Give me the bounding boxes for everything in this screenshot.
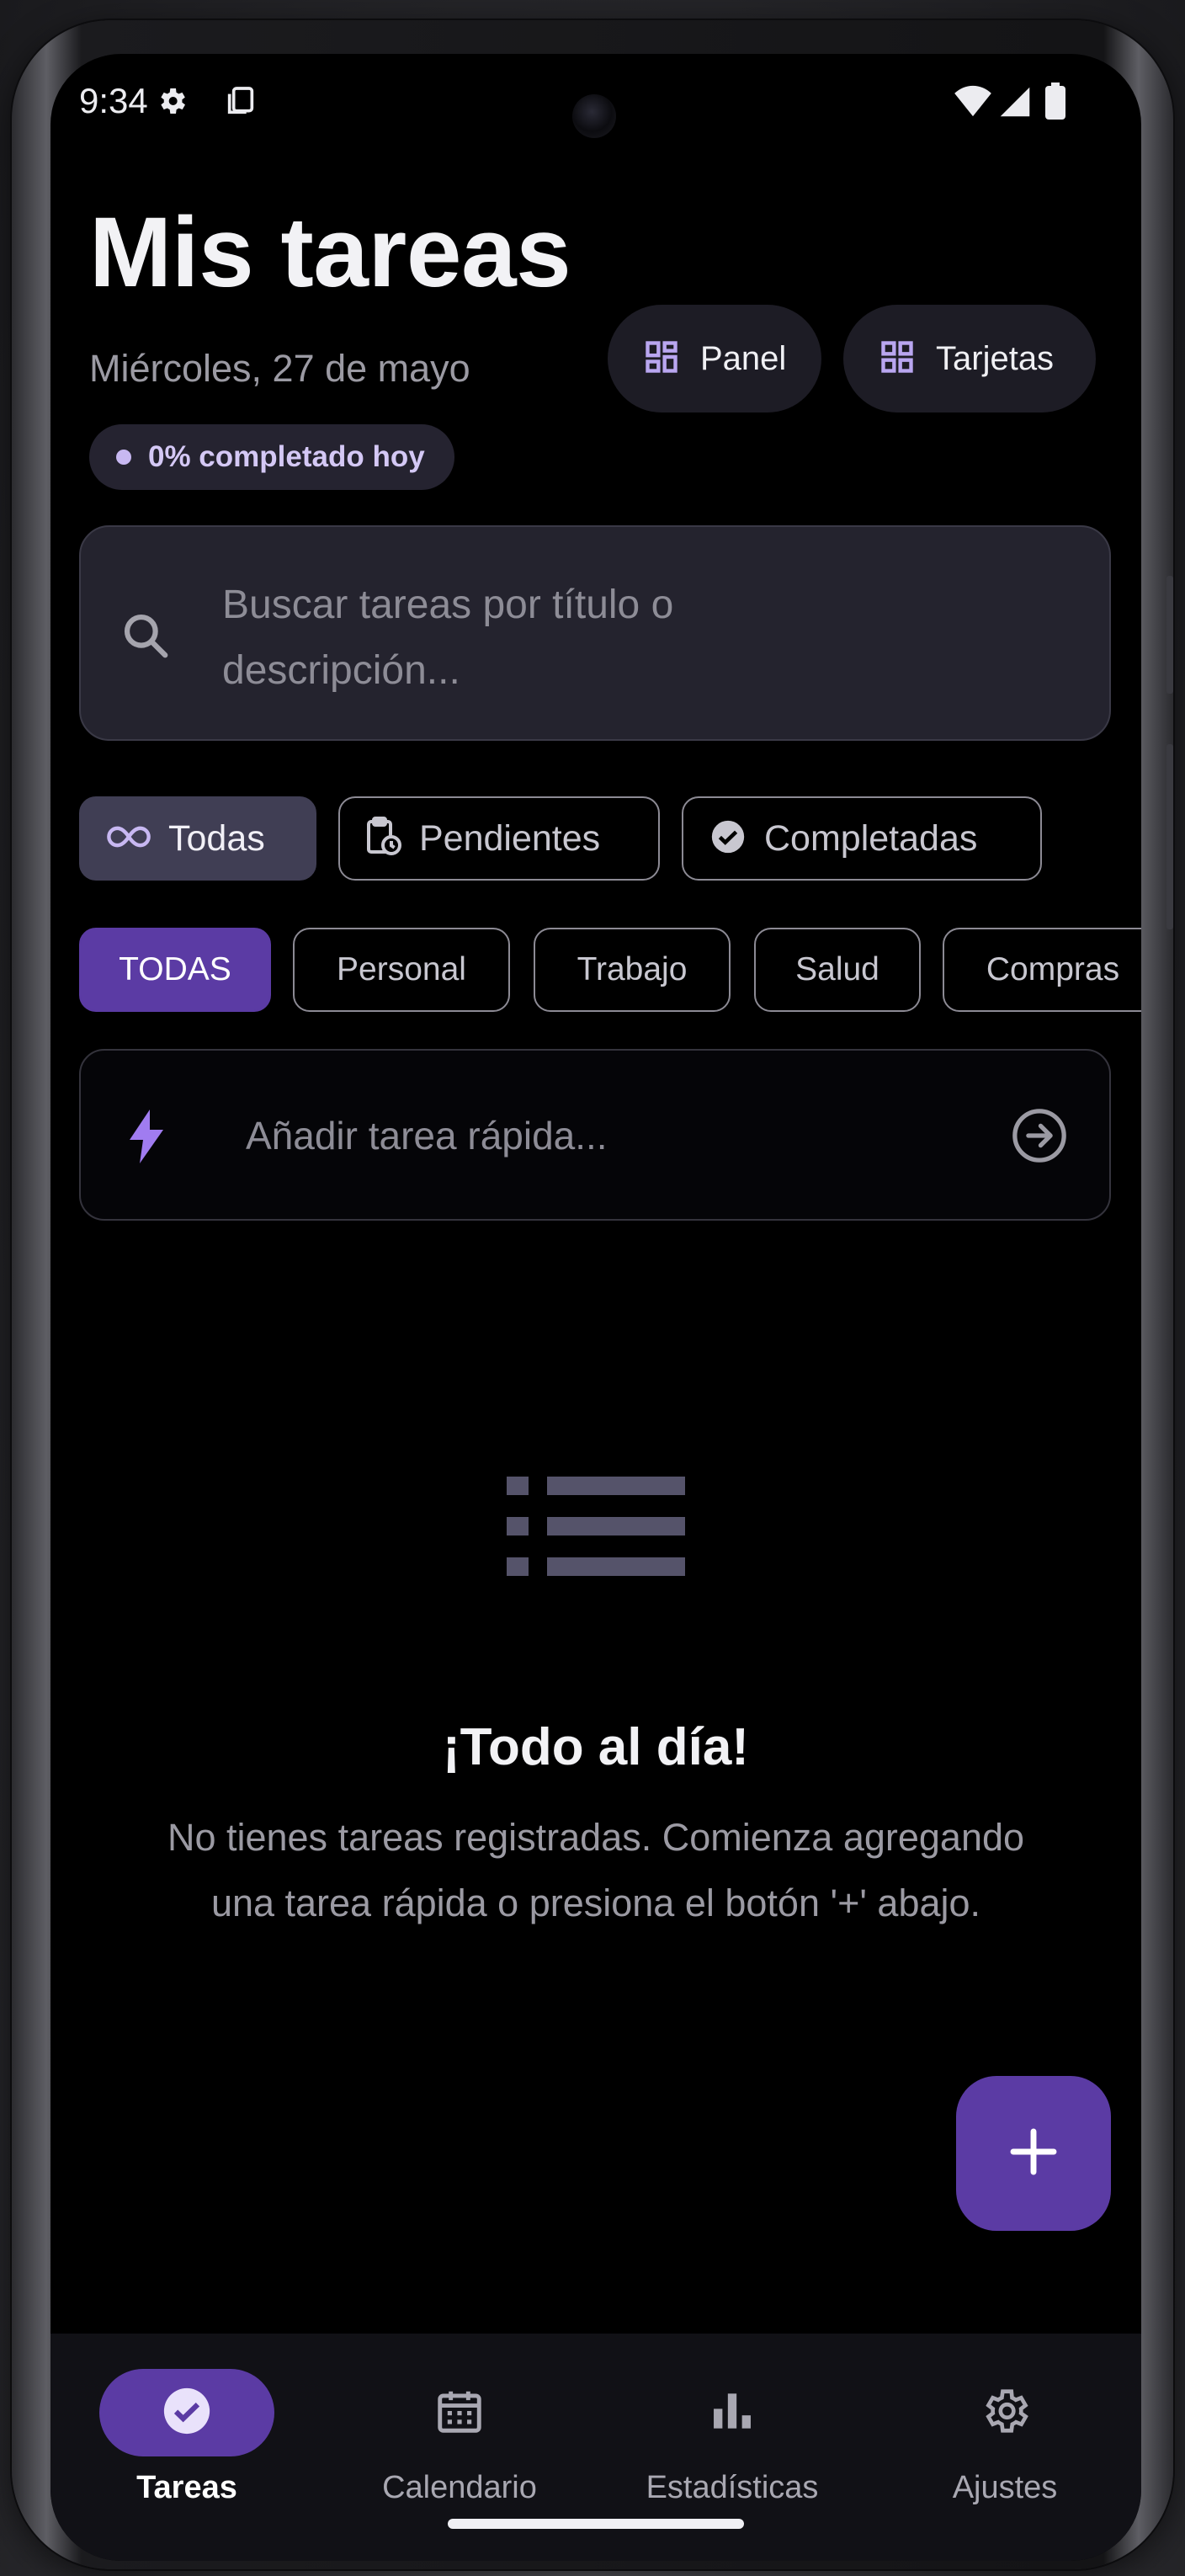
nav-item-estadisticas[interactable]: Estadísticas <box>596 2334 869 2505</box>
filter-chip-todas[interactable]: Todas <box>79 796 316 881</box>
cards-view-button[interactable]: Tarjetas <box>843 305 1096 412</box>
category-chip-personal[interactable]: Personal <box>293 928 510 1012</box>
filter-chip-label: Pendientes <box>419 817 601 859</box>
progress-badge: 0% completado hoy <box>89 424 454 490</box>
filter-chip-pendientes[interactable]: Pendientes <box>338 796 660 881</box>
cell-signal-icon <box>998 86 1032 122</box>
panel-view-label: Panel <box>700 339 787 377</box>
app-screen: 9:34 Mis tareas Miércoles, 27 de mayo 0% <box>50 54 1141 2561</box>
empty-state-message: No tienes tareas registradas. Comienza a… <box>167 1816 1025 1924</box>
nav-icon-holder <box>917 2369 1092 2456</box>
nav-item-tareas[interactable]: Tareas <box>50 2334 323 2505</box>
filter-chip-label: Todas <box>168 817 265 859</box>
category-chip-salud[interactable]: Salud <box>754 928 921 1012</box>
progress-badge-label: 0% completado hoy <box>148 440 425 473</box>
nav-icon-holder <box>372 2369 547 2456</box>
bolt-icon <box>126 1110 167 1168</box>
grid-view-icon <box>879 338 916 380</box>
category-chip-label: TODAS <box>119 951 231 987</box>
category-chip-label: Salud <box>795 951 879 987</box>
list-icon <box>507 1477 685 1580</box>
check-circle-icon <box>161 2385 213 2441</box>
wifi-icon <box>954 84 991 122</box>
nav-item-label: Estadísticas <box>646 2470 819 2505</box>
calendar-icon <box>433 2385 486 2441</box>
category-chip-label: Compras <box>986 951 1120 987</box>
bar-chart-icon <box>706 2385 758 2441</box>
category-chip-compras[interactable]: Compras <box>943 928 1141 1012</box>
quick-add-placeholder: Añadir tarea rápida... <box>246 1114 608 1158</box>
nav-item-label: Ajustes <box>952 2470 1058 2505</box>
settings-gear-icon <box>155 84 189 122</box>
nav-icon-holder <box>645 2369 820 2456</box>
filter-chip-label: Completadas <box>764 817 978 859</box>
category-chip-trabajo[interactable]: Trabajo <box>534 928 731 1012</box>
add-task-button[interactable] <box>956 2076 1111 2231</box>
phone-frame: 9:34 Mis tareas Miércoles, 27 de mayo 0% <box>12 20 1173 2569</box>
nav-item-ajustes[interactable]: Ajustes <box>869 2334 1141 2505</box>
gear-icon <box>979 2385 1031 2441</box>
check-circle-icon <box>709 817 747 860</box>
search-placeholder: Buscar tareas por título o descripción..… <box>222 583 674 693</box>
nav-item-label: Calendario <box>382 2470 537 2505</box>
infinity-icon <box>106 822 151 855</box>
nav-active-indicator <box>99 2369 274 2456</box>
category-chip-todas[interactable]: TODAS <box>79 928 271 1012</box>
panel-view-button[interactable]: Panel <box>608 305 821 412</box>
volume-button <box>1166 576 1173 694</box>
status-time: 9:34 <box>79 81 148 120</box>
plus-icon <box>1007 2125 1060 2183</box>
screenshot-icon <box>224 84 258 122</box>
cards-view-label: Tarjetas <box>936 339 1055 377</box>
progress-dot <box>116 450 131 465</box>
nav-item-label: Tareas <box>136 2470 237 2505</box>
gesture-bar[interactable] <box>448 2519 744 2529</box>
search-icon <box>120 609 172 666</box>
clipboard-clock-icon <box>365 816 402 861</box>
current-date: Miércoles, 27 de mayo <box>89 347 470 390</box>
category-chip-label: Trabajo <box>577 951 688 987</box>
power-button <box>1166 744 1173 929</box>
empty-state-title: ¡Todo al día! <box>443 1718 749 1776</box>
quick-add-input[interactable]: Añadir tarea rápida... <box>79 1049 1111 1221</box>
page-title: Mis tareas <box>89 197 571 308</box>
category-chip-label: Personal <box>337 951 466 987</box>
battery-icon <box>1045 82 1065 124</box>
search-input[interactable]: Buscar tareas por título o descripción..… <box>79 525 1111 741</box>
front-camera <box>572 94 616 138</box>
nav-item-calendario[interactable]: Calendario <box>323 2334 596 2505</box>
grid-view-icon <box>643 338 680 380</box>
status-bar: 9:34 <box>50 54 1141 146</box>
filter-chip-completadas[interactable]: Completadas <box>682 796 1042 881</box>
arrow-right-circle-icon[interactable] <box>1010 1106 1069 1169</box>
